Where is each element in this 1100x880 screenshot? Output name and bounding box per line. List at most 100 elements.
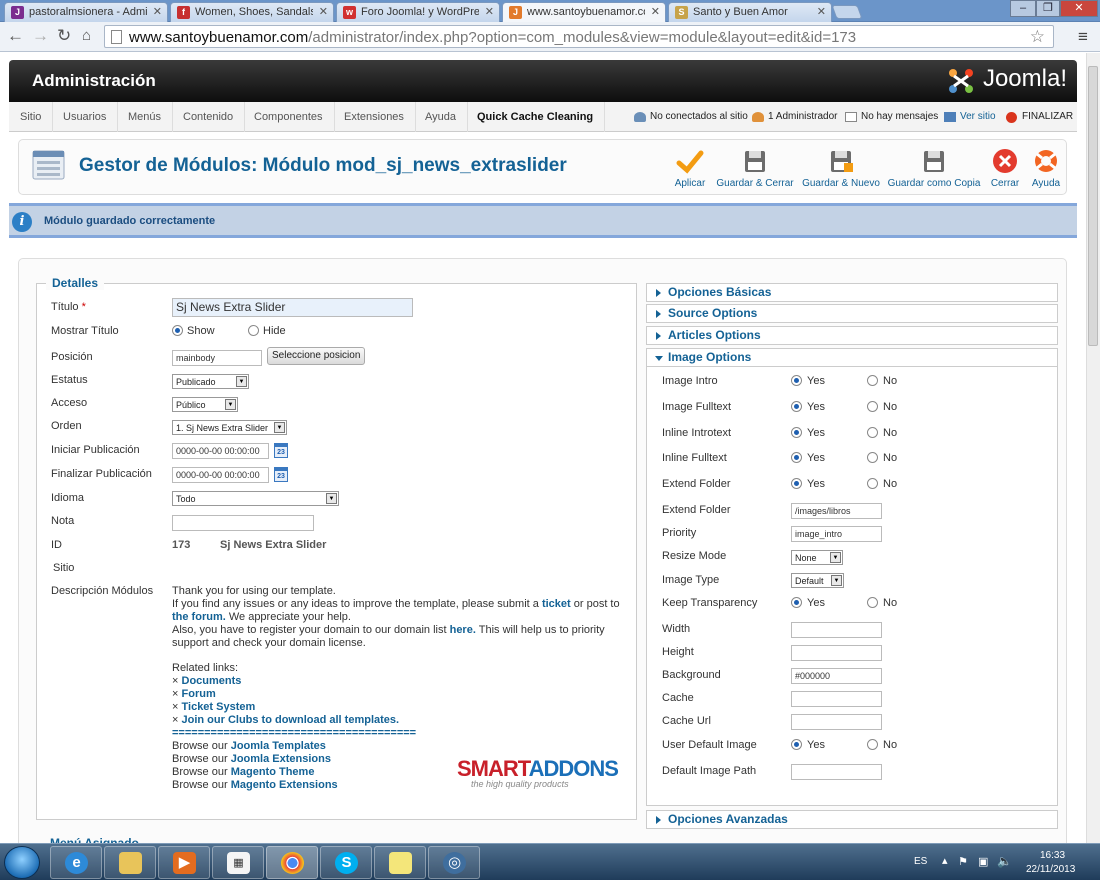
width-input[interactable] bbox=[791, 622, 882, 638]
joomla-extensions-link[interactable]: Joomla Extensions bbox=[231, 753, 331, 765]
user-default-image-yes-radio[interactable] bbox=[791, 739, 802, 750]
volume-icon[interactable]: 🔈 bbox=[997, 854, 1012, 868]
status-messages[interactable]: No hay mensajes bbox=[845, 102, 938, 132]
clock-date[interactable]: 22/11/2013 bbox=[1026, 864, 1075, 875]
menu-item-menus[interactable]: Menús bbox=[117, 102, 174, 132]
cache-url-input[interactable] bbox=[791, 714, 882, 730]
menu-item-componentes[interactable]: Componentes bbox=[243, 102, 335, 132]
inline-fulltext-yes-radio[interactable] bbox=[791, 452, 802, 463]
file-explorer-icon[interactable] bbox=[104, 846, 156, 879]
estatus-select[interactable]: Publicado ▼ bbox=[172, 374, 249, 389]
forum-link[interactable]: the forum. bbox=[172, 611, 226, 623]
calculator-icon[interactable]: ▦ bbox=[212, 846, 264, 879]
ticket-system-link[interactable]: Ticket System bbox=[182, 701, 256, 713]
reload-icon[interactable]: ↻ bbox=[57, 27, 71, 45]
user-default-image-no-radio[interactable] bbox=[867, 739, 878, 750]
forward-arrow-icon[interactable]: → bbox=[32, 27, 49, 45]
menu-icon[interactable]: ≡ bbox=[1078, 27, 1088, 47]
browser-tab[interactable]: w Foro Joomla! y WordPress ✕ bbox=[336, 2, 500, 22]
close-tab-icon[interactable]: ✕ bbox=[485, 5, 494, 18]
accordion-source-options[interactable]: Source Options bbox=[646, 304, 1058, 323]
browser-tab[interactable]: S Santo y Buen Amor ✕ bbox=[668, 2, 832, 22]
joomla-logo[interactable]: Joomla! bbox=[947, 65, 1067, 95]
network-tray-icon[interactable]: ▣ bbox=[978, 855, 988, 868]
media-player-icon[interactable]: ▶ bbox=[158, 846, 210, 879]
keep-transparency-yes-radio[interactable] bbox=[791, 597, 802, 608]
tray-arrow-icon[interactable]: ▴ bbox=[942, 854, 948, 867]
skype-icon[interactable]: S bbox=[320, 846, 372, 879]
extend-folder-yes-radio[interactable] bbox=[791, 478, 802, 489]
menu-item-sitio[interactable]: Sitio bbox=[9, 102, 54, 132]
accordion-image-options[interactable]: Image Options bbox=[646, 348, 1058, 367]
extend-folder-no-radio[interactable] bbox=[867, 478, 878, 489]
scrollbar-thumb[interactable] bbox=[1088, 66, 1098, 346]
height-input[interactable] bbox=[791, 645, 882, 661]
calendar-icon[interactable]: 23 bbox=[274, 443, 288, 458]
extend-folder-input[interactable]: /images/libros bbox=[791, 503, 882, 519]
titulo-input[interactable]: Sj News Extra Slider bbox=[172, 298, 413, 317]
resize-mode-select[interactable]: None ▼ bbox=[791, 550, 843, 565]
minimize-icon[interactable]: – bbox=[1010, 0, 1036, 17]
language-indicator[interactable]: ES bbox=[914, 856, 927, 867]
maximize-icon[interactable]: ❐ bbox=[1036, 0, 1060, 17]
inline-introtext-no-radio[interactable] bbox=[867, 427, 878, 438]
join-clubs-link[interactable]: Join our Clubs to download all templates… bbox=[182, 714, 400, 726]
accordion-opciones-avanzadas[interactable]: Opciones Avanzadas bbox=[646, 810, 1058, 829]
publish-down-input[interactable]: 0000-00-00 00:00:00 bbox=[172, 467, 269, 483]
apply-button[interactable]: Aplicar bbox=[668, 148, 712, 189]
close-tab-icon[interactable]: ✕ bbox=[319, 5, 328, 18]
logout-link[interactable]: FINALIZAR bbox=[1006, 102, 1073, 132]
image-fulltext-yes-radio[interactable] bbox=[791, 401, 802, 412]
magento-extensions-link[interactable]: Magento Extensions bbox=[231, 779, 338, 791]
calendar-icon[interactable]: 23 bbox=[274, 467, 288, 482]
bookmark-star-icon[interactable]: ☆ bbox=[1030, 27, 1045, 47]
accordion-opciones-basicas[interactable]: Opciones Básicas bbox=[646, 283, 1058, 302]
home-icon[interactable]: ⌂ bbox=[82, 27, 91, 45]
keep-transparency-no-radio[interactable] bbox=[867, 597, 878, 608]
documents-link[interactable]: Documents bbox=[182, 675, 242, 687]
url-input[interactable]: www.santoybuenamor.com/administrator/ind… bbox=[104, 25, 1054, 48]
view-site-link[interactable]: Ver sitio bbox=[944, 102, 996, 132]
internet-explorer-icon[interactable]: e bbox=[50, 846, 102, 879]
close-tab-icon[interactable]: ✕ bbox=[817, 5, 826, 18]
sticky-notes-icon[interactable] bbox=[374, 846, 426, 879]
back-arrow-icon[interactable]: ← bbox=[7, 27, 24, 45]
ticket-link[interactable]: ticket bbox=[542, 598, 571, 610]
cache-input[interactable] bbox=[791, 691, 882, 707]
joomla-templates-link[interactable]: Joomla Templates bbox=[231, 740, 326, 752]
clock-time[interactable]: 16:33 bbox=[1040, 850, 1065, 861]
default-image-path-input[interactable] bbox=[791, 764, 882, 780]
menu-item-extensiones[interactable]: Extensiones bbox=[333, 102, 416, 132]
inline-fulltext-no-radio[interactable] bbox=[867, 452, 878, 463]
accordion-articles-options[interactable]: Articles Options bbox=[646, 326, 1058, 345]
help-button[interactable]: Ayuda bbox=[1029, 148, 1063, 189]
new-tab-button[interactable] bbox=[831, 5, 863, 19]
background-input[interactable]: #000000 bbox=[791, 668, 882, 684]
close-button[interactable]: Cerrar bbox=[986, 148, 1024, 189]
image-fulltext-no-radio[interactable] bbox=[867, 401, 878, 412]
show-title-radio[interactable] bbox=[172, 325, 183, 336]
idioma-select[interactable]: Todo ▼ bbox=[172, 491, 339, 506]
inline-introtext-yes-radio[interactable] bbox=[791, 427, 802, 438]
windows-start-icon[interactable] bbox=[4, 846, 40, 879]
orden-select[interactable]: 1. Sj News Extra Slider ▼ bbox=[172, 420, 287, 435]
image-intro-yes-radio[interactable] bbox=[791, 375, 802, 386]
browser-tab[interactable]: f Women, Shoes, Sandals - ✕ bbox=[170, 2, 334, 22]
priority-input[interactable]: image_intro bbox=[791, 526, 882, 542]
save-close-button[interactable]: Guardar & Cerrar bbox=[714, 148, 796, 189]
window-close-icon[interactable]: ✕ bbox=[1060, 0, 1098, 17]
browser-tab-active[interactable]: J www.santoybuenamor.co ✕ bbox=[502, 2, 666, 22]
network-icon[interactable]: ◎ bbox=[428, 846, 480, 879]
flag-icon[interactable]: ⚑ bbox=[958, 855, 968, 868]
forum-related-link[interactable]: Forum bbox=[182, 688, 216, 700]
nota-input[interactable] bbox=[172, 515, 314, 531]
select-position-button[interactable]: Seleccione posicion bbox=[267, 347, 366, 365]
posicion-input[interactable]: mainbody bbox=[172, 350, 262, 366]
hide-title-radio[interactable] bbox=[248, 325, 259, 336]
close-tab-icon[interactable]: ✕ bbox=[153, 5, 162, 18]
close-tab-icon[interactable]: ✕ bbox=[651, 5, 660, 18]
save-copy-button[interactable]: Guardar como Copia bbox=[887, 148, 981, 189]
chrome-icon[interactable] bbox=[266, 846, 318, 879]
menu-item-usuarios[interactable]: Usuarios bbox=[52, 102, 119, 132]
magento-theme-link[interactable]: Magento Theme bbox=[231, 766, 315, 778]
